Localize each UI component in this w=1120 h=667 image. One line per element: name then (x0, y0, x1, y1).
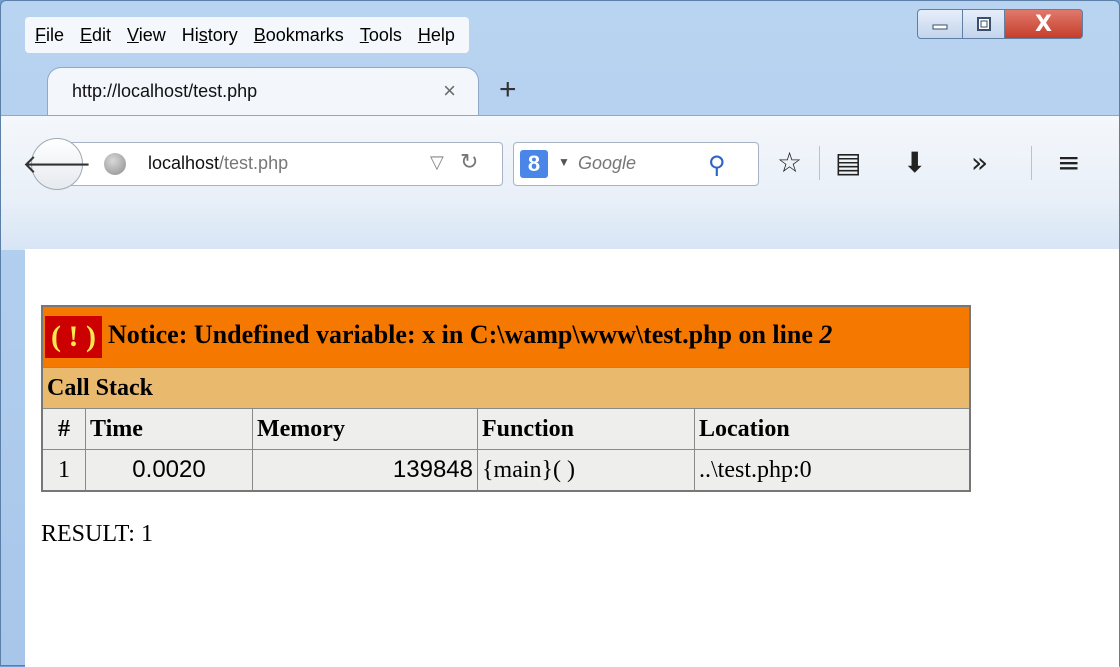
menu-history[interactable]: History (182, 25, 238, 46)
notice-line-number: 2 (819, 319, 833, 349)
page-content: ( ! ) Notice: Undefined variable: x in C:… (25, 249, 1119, 667)
cell-num: 1 (41, 449, 86, 492)
browser-window: File Edit View History Bookmarks Tools H… (0, 0, 1120, 667)
table-row: 1 0.0020 139848 {main}( ) ..\test.php:0 (41, 449, 971, 492)
url-text: localhost/test.php (148, 153, 288, 174)
cell-time: 0.0020 (85, 449, 253, 492)
url-bar[interactable]: localhost/test.php ▽ ↻ (71, 142, 503, 186)
col-function-header: Function (477, 408, 695, 450)
window-controls: X (917, 9, 1083, 39)
google-logo-icon[interactable]: 8 (520, 150, 548, 178)
tab-close-icon[interactable]: × (443, 78, 456, 104)
history-dropdown-icon[interactable]: ▽ (430, 152, 444, 173)
tab-active[interactable]: http://localhost/test.php × (47, 67, 479, 117)
close-icon: X (1035, 11, 1052, 37)
back-arrow-icon: 🡐 (22, 148, 92, 179)
warning-icon: ( ! ) (45, 316, 102, 358)
notice-row: ( ! ) Notice: Undefined variable: x in C:… (41, 305, 971, 368)
close-window-button[interactable]: X (1005, 9, 1083, 39)
cell-location: ..\test.php:0 (694, 449, 971, 492)
minimize-icon (932, 24, 948, 30)
toolbar-separator (1031, 146, 1032, 180)
new-tab-button[interactable]: + (499, 73, 517, 107)
bookmarks-menu-icon[interactable]: ▤ (835, 146, 861, 179)
col-location-header: Location (694, 408, 971, 450)
bookmark-star-icon[interactable]: ☆ (777, 146, 802, 179)
url-path: /test.php (219, 153, 289, 173)
notice-header: ( ! ) Notice: Undefined variable: x in C:… (41, 305, 971, 368)
col-memory-header: Memory (252, 408, 478, 450)
notice-message: Notice: Undefined variable: x in C:\wamp… (107, 319, 820, 349)
downloads-icon[interactable]: ⬇ (903, 146, 926, 179)
search-placeholder: Google (578, 153, 637, 173)
callstack-row: Call Stack (41, 367, 971, 409)
menu-bookmarks[interactable]: Bookmarks (254, 25, 344, 46)
cell-memory: 139848 (252, 449, 478, 492)
globe-icon (104, 153, 126, 175)
search-bar[interactable]: 8 ▼ Google ⚲ (513, 142, 759, 186)
overflow-chevron-icon[interactable]: » (971, 146, 988, 179)
col-time-header: Time (85, 408, 253, 450)
result-text: RESULT: 1 (41, 521, 153, 547)
menu-view[interactable]: View (127, 25, 166, 46)
tab-title: http://localhost/test.php (72, 81, 258, 101)
menu-file[interactable]: File (35, 25, 64, 46)
callstack-label: Call Stack (41, 367, 971, 409)
col-num-header: # (41, 408, 86, 450)
toolbar-separator (819, 146, 820, 180)
reload-icon[interactable]: ↻ (460, 149, 478, 175)
search-icon[interactable]: ⚲ (708, 151, 726, 180)
hamburger-menu-icon[interactable]: ≡ (1057, 146, 1080, 179)
menu-bar: File Edit View History Bookmarks Tools H… (25, 17, 469, 53)
table-header-row: # Time Memory Function Location (41, 408, 971, 450)
menu-help[interactable]: Help (418, 25, 455, 46)
back-button[interactable]: 🡐 (22, 138, 92, 190)
nav-toolbar: localhost/test.php ▽ ↻ 🡐 8 ▼ Google ⚲ ☆ … (1, 115, 1119, 250)
menu-edit[interactable]: Edit (80, 25, 111, 46)
maximize-button[interactable] (963, 9, 1005, 39)
menu-tools[interactable]: Tools (360, 25, 402, 46)
url-host: localhost (148, 153, 220, 173)
search-engine-dropdown-icon[interactable]: ▼ (558, 155, 570, 169)
xdebug-error-table: ( ! ) Notice: Undefined variable: x in C:… (41, 305, 971, 492)
minimize-button[interactable] (917, 9, 963, 39)
cell-function: {main}( ) (477, 449, 695, 492)
maximize-icon (976, 17, 991, 31)
